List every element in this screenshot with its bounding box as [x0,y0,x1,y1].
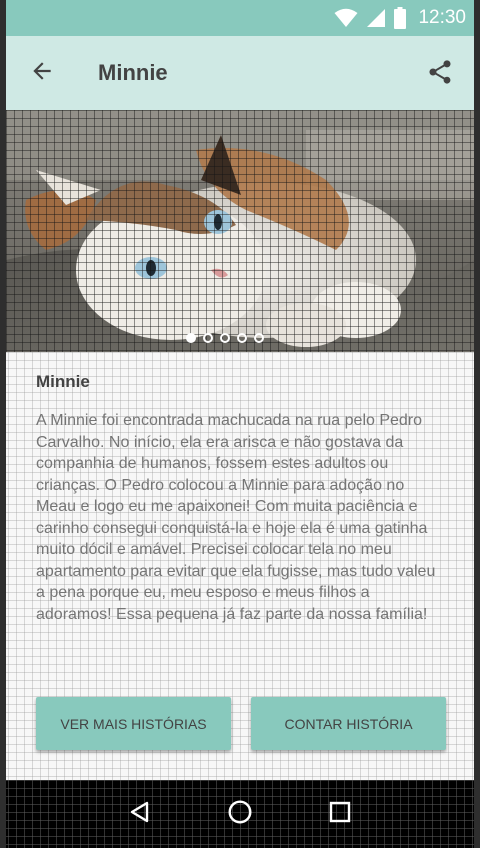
status-bar: 12:30 [0,0,480,36]
page-dot-4[interactable] [237,333,247,343]
cat-photo [6,110,474,352]
page-dot-1[interactable] [186,333,196,343]
recents-square-icon [328,800,352,829]
tell-story-button[interactable]: CONTAR HISTÓRIA [251,697,446,750]
pet-name-heading: Minnie [36,372,90,391]
page-dot-3[interactable] [220,333,230,343]
pet-photo-carousel[interactable] [6,110,474,352]
home-circle-icon [227,799,253,830]
story-actions: VER MAIS HISTÓRIAS CONTAR HISTÓRIA [36,697,446,750]
back-button[interactable] [22,53,62,93]
wifi-icon [334,8,358,28]
page-dot-5[interactable] [254,333,264,343]
clock: 12:30 [418,7,466,28]
carousel-indicator [6,333,474,343]
signal-icon [366,8,386,28]
battery-icon [394,7,407,29]
more-stories-button[interactable]: VER MAIS HISTÓRIAS [36,697,231,750]
device-edge-left [0,0,6,848]
page-title: Minnie [98,60,168,85]
device-edge-right [474,0,480,848]
story-content: Minnie A Minnie foi encontrada machucada… [36,370,448,625]
back-triangle-icon [128,800,152,829]
nav-back-button[interactable] [120,794,160,834]
nav-home-button[interactable] [220,794,260,834]
nav-recents-button[interactable] [320,794,360,834]
page-dot-2[interactable] [203,333,213,343]
share-icon [426,58,454,91]
system-nav-bar [0,780,480,848]
phone-screen: 12:30 Minnie Minnie A Minnie foi encontr… [0,0,480,848]
story-text: A Minnie foi encontrada machucada na rua… [36,412,436,623]
share-button[interactable] [420,54,460,94]
arrow-back-icon [29,58,55,89]
app-toolbar: Minnie [0,36,480,110]
